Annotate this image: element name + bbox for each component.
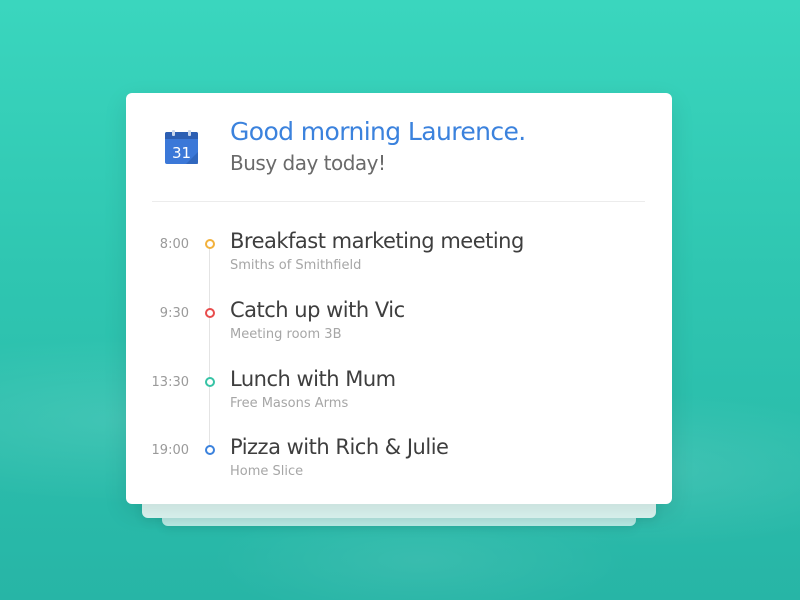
event-item[interactable]: 13:30 Lunch with Mum Free Masons Arms [126, 367, 672, 423]
event-item[interactable]: 19:00 Pizza with Rich & Julie Home Slice [126, 435, 672, 491]
event-status-dot [205, 377, 215, 387]
event-title: Lunch with Mum [230, 367, 396, 391]
event-location: Free Masons Arms [230, 396, 349, 411]
calendar-icon: 31 [165, 130, 198, 164]
event-title: Breakfast marketing meeting [230, 229, 524, 253]
event-title: Catch up with Vic [230, 298, 405, 322]
event-time: 13:30 [151, 375, 189, 390]
event-time: 19:00 [151, 443, 189, 458]
event-status-dot [205, 445, 215, 455]
event-time: 9:30 [159, 306, 189, 321]
greeting-subtitle: Busy day today! [230, 151, 386, 175]
event-item[interactable]: 9:30 Catch up with Vic Meeting room 3B [126, 298, 672, 354]
event-location: Smiths of Smithfield [230, 258, 362, 273]
event-time: 8:00 [159, 237, 189, 252]
event-status-dot [205, 308, 215, 318]
agenda-card: 31 Good morning Laurence. Busy day today… [126, 93, 672, 504]
calendar-icon-day: 31 [172, 144, 191, 162]
event-location: Home Slice [230, 464, 304, 479]
divider [152, 201, 645, 202]
event-location: Meeting room 3B [230, 327, 342, 342]
event-status-dot [205, 239, 215, 249]
greeting-title: Good morning Laurence. [230, 117, 526, 146]
event-title: Pizza with Rich & Julie [230, 435, 449, 459]
event-item[interactable]: 8:00 Breakfast marketing meeting Smiths … [126, 229, 672, 285]
